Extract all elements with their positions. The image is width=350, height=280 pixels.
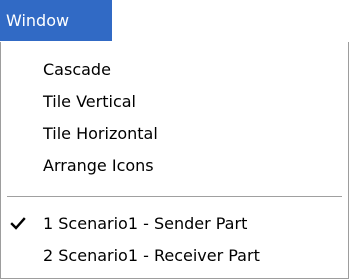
menu-item-label: 1 Scenario1 - Sender Part <box>43 214 248 233</box>
menu-item-cascade[interactable]: Cascade <box>1 54 348 86</box>
menu-item-label: 2 Scenario1 - Receiver Part <box>43 246 260 265</box>
menu-item-tile-horizontal[interactable]: Tile Horizontal <box>1 118 348 150</box>
menu-item-tile-vertical[interactable]: Tile Vertical <box>1 86 348 118</box>
menu-item-label: Arrange Icons <box>43 156 154 175</box>
screen: Window Cascade Tile Vertical Tile Horizo… <box>0 0 350 280</box>
menu-item-window-2[interactable]: 2 Scenario1 - Receiver Part <box>1 240 348 272</box>
menu-item-label: Tile Vertical <box>43 92 136 111</box>
menu-item-label: Tile Horizontal <box>43 124 158 143</box>
window-menu-dropdown: Cascade Tile Vertical Tile Horizontal Ar… <box>0 42 349 279</box>
menu-item-arrange-icons[interactable]: Arrange Icons <box>1 150 348 182</box>
menu-item-window-1[interactable]: 1 Scenario1 - Sender Part <box>1 208 348 240</box>
window-menu-title[interactable]: Window <box>0 0 112 41</box>
menu-item-label: Cascade <box>43 60 111 79</box>
menu-bar: Window <box>0 0 350 43</box>
menu-separator <box>7 196 342 197</box>
checkmark-icon <box>10 217 26 230</box>
